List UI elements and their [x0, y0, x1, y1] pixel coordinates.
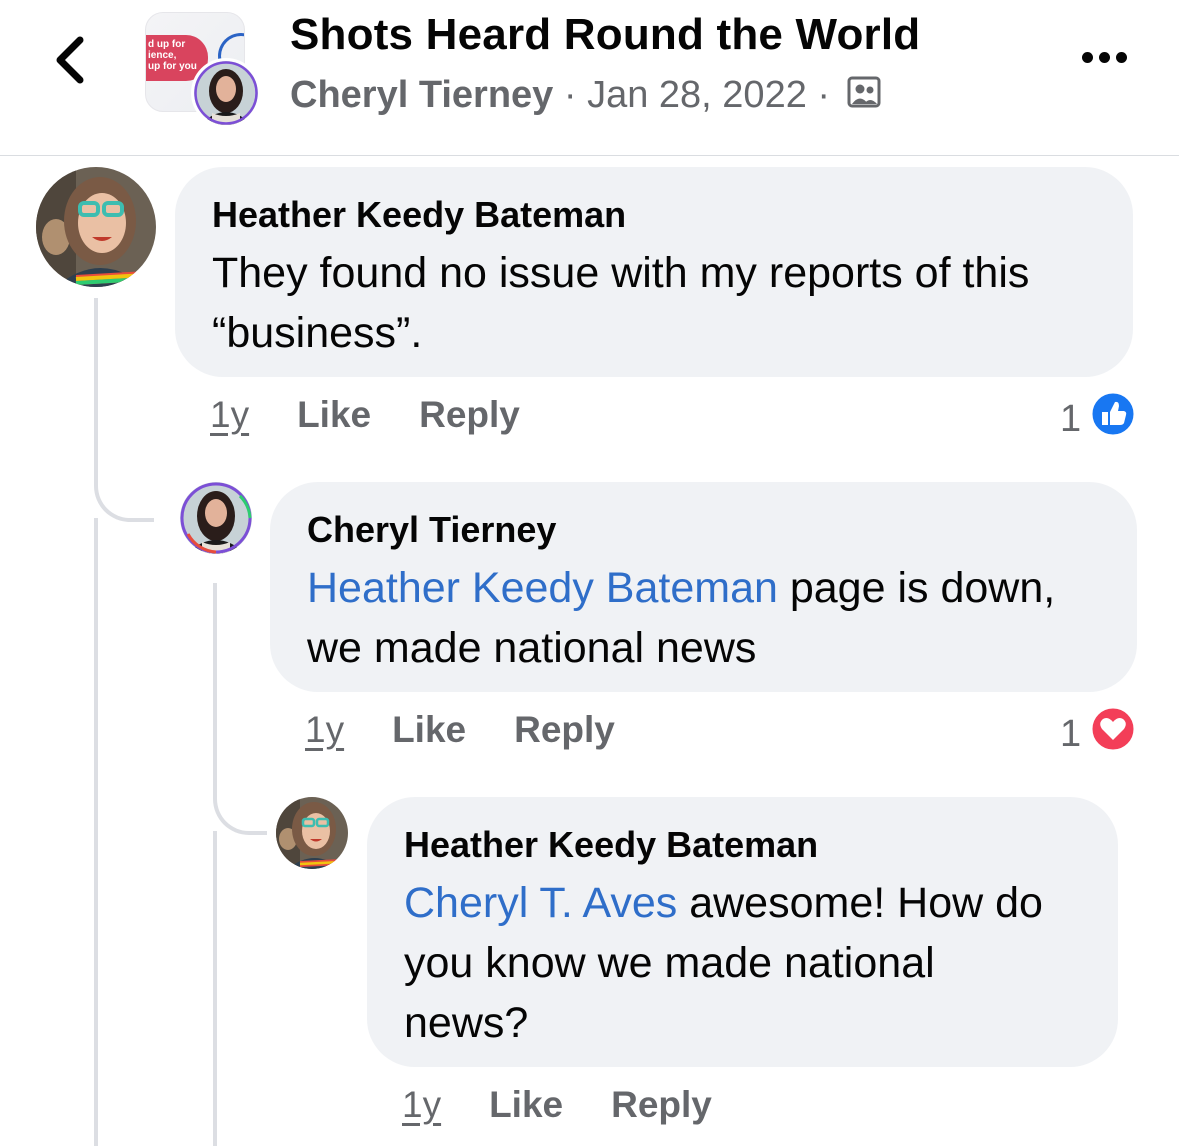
group-title[interactable]: Shots Heard Round the World [290, 10, 920, 60]
thread-elbow [94, 470, 154, 522]
reaction-count: 1 [1060, 712, 1082, 755]
group-thumbnail[interactable]: d up for ience, up for you [145, 12, 263, 130]
comment-text-line: we made national news [307, 624, 757, 672]
like-button[interactable]: Like [489, 1084, 563, 1125]
comment-actions: 1y Like Reply [305, 709, 663, 751]
mention-link[interactable]: Cheryl T. Aves [404, 879, 677, 927]
thread-line [94, 298, 98, 478]
commenter-avatar[interactable] [36, 167, 156, 287]
meta-separator: · [817, 74, 831, 116]
comment-text-line: news? [404, 999, 529, 1047]
comment-text-line: They found no issue with my reports of t… [212, 249, 1030, 297]
mention-link[interactable]: Heather Keedy Bateman [307, 564, 778, 612]
commenter-avatar[interactable] [180, 482, 252, 554]
comment-author[interactable]: Heather Keedy Bateman [212, 194, 626, 236]
reply-button[interactable]: Reply [611, 1084, 712, 1125]
back-button[interactable] [50, 34, 90, 86]
chevron-left-icon [56, 36, 84, 84]
meta-separator: · [563, 74, 577, 116]
comment-actions: 1y Like Reply [210, 394, 568, 436]
group-cover-text: up for you [148, 61, 197, 72]
group-cover-text: d up for [148, 39, 186, 50]
comment-text: Heather Keedy Bateman page is down, we m… [307, 558, 1055, 678]
group-audience-icon [847, 75, 881, 119]
comment-text-line: you know we made national [404, 939, 935, 987]
comment-actions: 1y Like Reply [402, 1084, 760, 1126]
more-options-button[interactable] [1082, 50, 1134, 68]
reply-button[interactable]: Reply [419, 394, 520, 435]
thread-line [213, 583, 217, 783]
comment-text-line: Heather Keedy Bateman page is down, [307, 558, 1055, 618]
comment-text: Cheryl T. Aves awesome! How do you know … [404, 873, 1043, 1053]
post-header: d up for ience, up for you Shots Heard R… [0, 0, 1179, 156]
post-author[interactable]: Cheryl Tierney [290, 74, 553, 116]
like-button[interactable]: Like [392, 709, 466, 750]
comment-text-line: Cheryl T. Aves awesome! How do [404, 873, 1043, 933]
reply-button[interactable]: Reply [514, 709, 615, 750]
thread-elbow [213, 775, 267, 835]
comment-text-fragment: page is down, [777, 564, 1056, 612]
reaction-summary[interactable]: 1 [1060, 390, 1137, 448]
comment-timestamp[interactable]: 1y [402, 1084, 441, 1125]
author-avatar [191, 58, 261, 128]
like-button[interactable]: Like [297, 394, 371, 435]
reaction-count: 1 [1060, 397, 1082, 440]
comment-timestamp[interactable]: 1y [305, 709, 344, 750]
like-reaction-icon [1089, 390, 1137, 448]
reaction-summary[interactable]: 1 [1060, 705, 1137, 763]
comment-author[interactable]: Heather Keedy Bateman [404, 824, 818, 866]
comment-text-fragment: awesome! How do [677, 879, 1043, 927]
comment-author[interactable]: Cheryl Tierney [307, 509, 556, 551]
comment-text-line: “business”. [212, 309, 423, 357]
post-meta: Cheryl Tierney · Jan 28, 2022 · [290, 74, 881, 119]
comment-timestamp[interactable]: 1y [210, 394, 249, 435]
group-cover-text: ience, [148, 50, 177, 61]
love-reaction-icon [1089, 705, 1137, 763]
commenter-avatar[interactable] [276, 797, 348, 869]
thread-line [94, 518, 98, 1146]
thread-line [213, 831, 217, 1146]
post-date[interactable]: Jan 28, 2022 [587, 74, 807, 116]
comment-text: They found no issue with my reports of t… [212, 243, 1029, 363]
